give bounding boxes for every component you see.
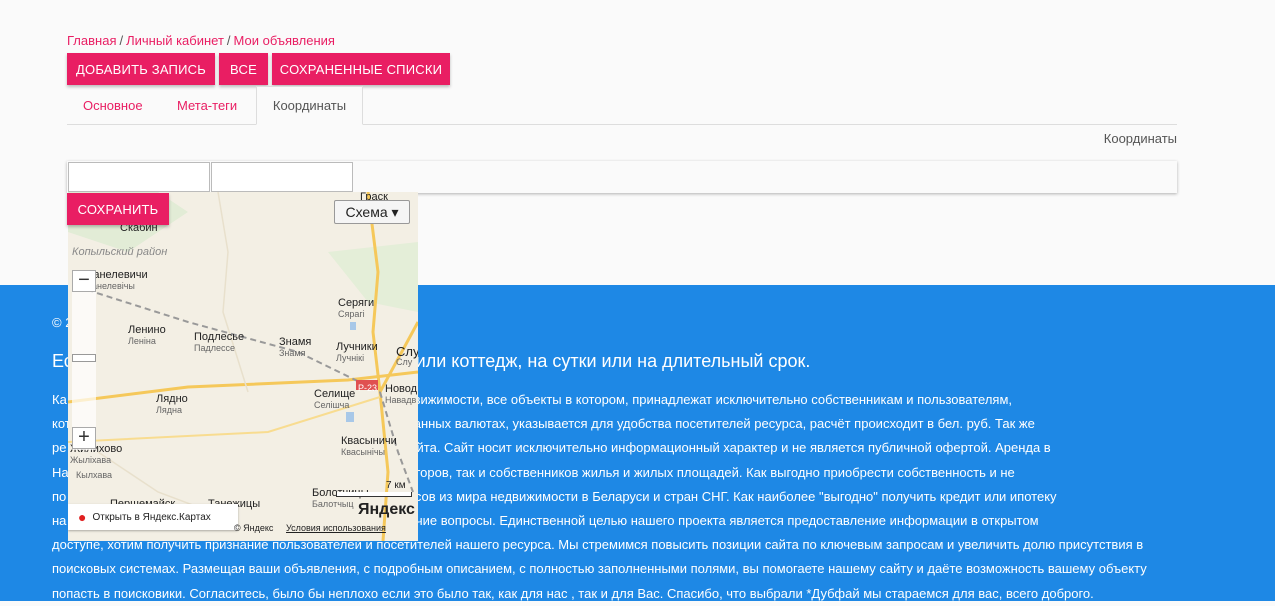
road-number-label: Р-23 [358,383,378,393]
map-widget[interactable]: Граск Скабин Копыльский район Ванелевичи… [68,192,418,541]
map-place: Кылхава [76,470,113,480]
minus-icon: − [78,269,90,291]
map-region-label: Копыльский район [72,246,168,258]
add-record-button[interactable]: ДОБАВИТЬ ЗАПИСЬ [67,53,215,85]
map-terms-link[interactable]: Условия использования [286,523,386,533]
yandex-logo: Яндекс [358,501,415,518]
breadcrumb-cabinet[interactable]: Личный кабинет [126,33,224,48]
map-type-selector[interactable]: Схема ▾ [334,200,410,224]
map-place: Знамя Знамя [279,336,312,359]
breadcrumb: Главная / Личный кабинет / Мои объявления [67,33,335,48]
map-place: Лучники Лучнікі [336,341,378,364]
map-place: Подлесье Падлессе [194,331,245,354]
zoom-in-button[interactable]: + [72,427,96,449]
plus-icon: + [78,426,90,448]
open-in-yandex-link[interactable]: ● Открыть в Яндекс.Картах [68,504,238,530]
breadcrumb-separator: / [119,33,124,48]
map-copyright: © Яндекс [234,523,274,533]
map-place: Квасыничи Квасынічы [341,435,397,458]
open-in-yandex-label: Открыть в Яндекс.Картах [92,511,211,523]
tab-main[interactable]: Основное [83,86,143,124]
breadcrumb-my-ads[interactable]: Мои объявления [234,33,335,48]
all-button[interactable]: ВСЕ [219,53,268,85]
zoom-out-button[interactable]: − [72,270,96,292]
map-place: Лядно Лядна [156,393,188,416]
map-place: Слу Слу [396,344,418,367]
zoom-slider-thumb[interactable] [72,354,96,362]
map-place: Серяги Сярагі [338,297,375,320]
map-place: Новод Навадв [385,383,418,406]
save-button[interactable]: СОХРАНИТЬ [67,193,169,225]
map-place: Ленино Леніна [128,324,166,347]
breadcrumb-home[interactable]: Главная [67,33,116,48]
coordinates-header: Координаты [1103,131,1177,146]
map-pin-icon: ● [78,509,87,525]
footer-text-line: поисковых системах. Размещая ваши объявл… [52,561,1147,577]
map-place: Селище Селішча [314,388,356,411]
footer-text-line: попасть в поисковики. Согласитесь, было … [52,585,1094,601]
tab-bar: Основное Мета-теги Координаты [67,86,1177,125]
latitude-input[interactable] [68,162,210,192]
map-scale-label: 7 км [386,480,406,491]
saved-lists-button[interactable]: СОХРАНЕННЫЕ СПИСКИ [272,53,450,85]
map-scale-bar [336,492,412,497]
longitude-input[interactable] [211,162,353,192]
tab-coordinates[interactable]: Координаты [256,86,363,125]
tab-meta-tags[interactable]: Мета-теги [177,86,237,124]
breadcrumb-separator: / [226,33,231,48]
